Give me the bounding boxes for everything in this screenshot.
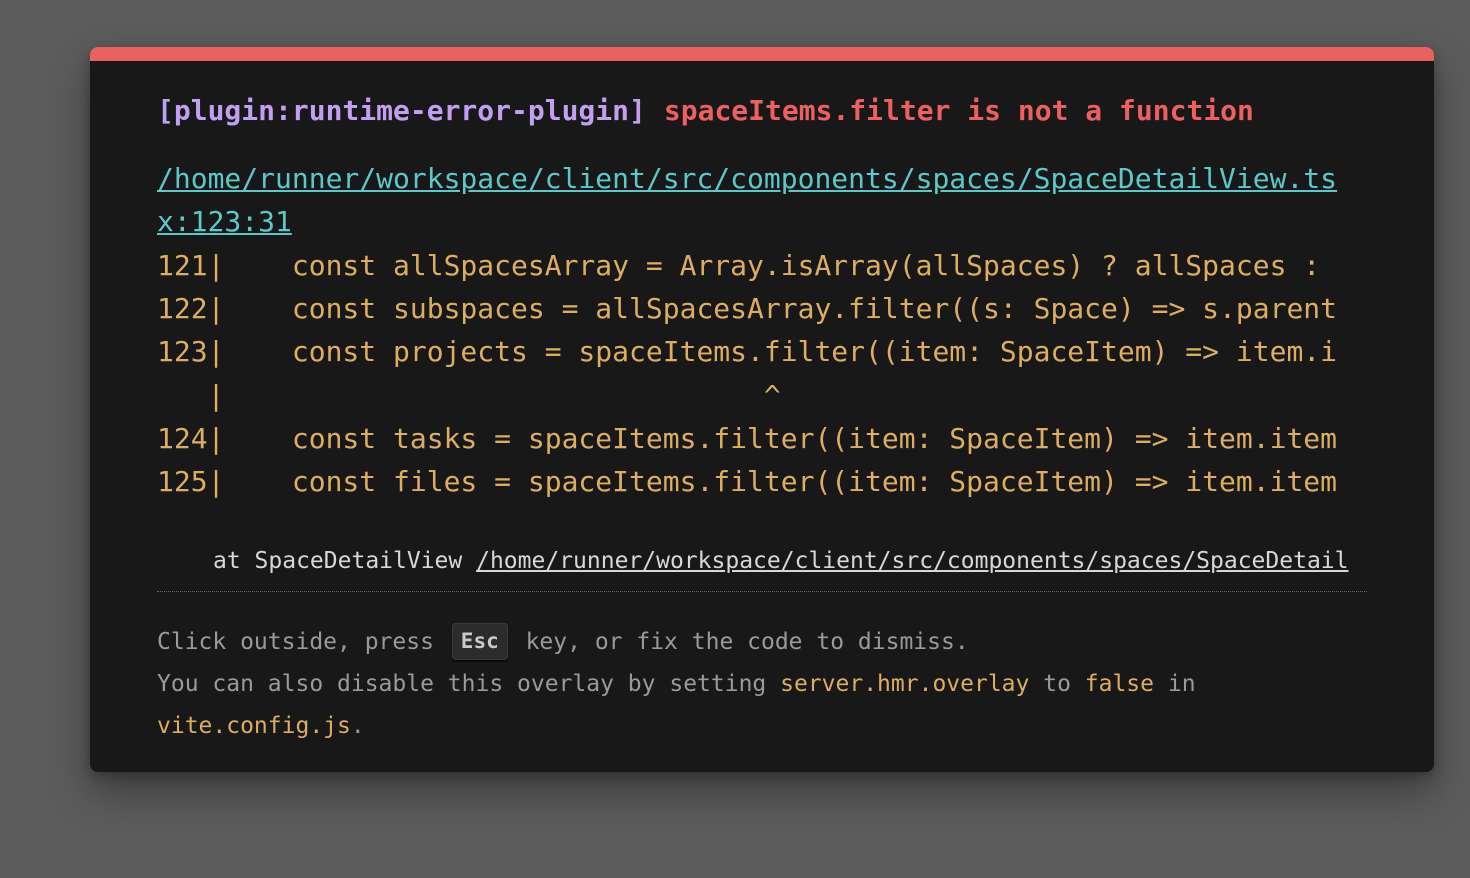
esc-key-hint: Esc [451, 623, 508, 660]
error-header: [plugin:runtime-error-plugin] spaceItems.… [157, 91, 1254, 131]
code-frame-line: 124| const tasks = spaceItems.filter((it… [157, 421, 1338, 455]
tip-text: to [1029, 671, 1085, 697]
code-frame-line: 123| const projects = spaceItems.filter(… [157, 335, 1338, 369]
config-key-code: server.hmr.overlay [780, 671, 1030, 697]
code-frame-line: 125| const files = spaceItems.filter((it… [157, 464, 1338, 498]
stack-trace-link[interactable]: /home/runner/workspace/client/src/compon… [476, 548, 1348, 574]
tip-text: You can also disable this overlay by set… [157, 671, 781, 697]
code-frame-caret-line: | ^ [157, 378, 781, 412]
error-overlay-window: [plugin:runtime-error-plugin] spaceItems.… [90, 47, 1434, 772]
divider [157, 591, 1367, 592]
error-message: spaceItems.filter is not a function [663, 94, 1254, 127]
config-file-code: vite.config.js [157, 713, 351, 739]
dismiss-tip: Click outside, press Esc key, or fix the… [157, 621, 1307, 747]
code-frame: 121| const allSpacesArray = Array.isArra… [157, 244, 1367, 503]
code-frame-line: 122| const subspaces = allSpacesArray.fi… [157, 292, 1338, 326]
code-frame-line: 121| const allSpacesArray = Array.isArra… [157, 249, 1338, 282]
tip-text: . [350, 713, 365, 739]
stack-trace: at SpaceDetailView /home/runner/workspac… [213, 545, 1367, 577]
config-value-code: false [1084, 671, 1155, 697]
stack-trace-prefix: at SpaceDetailView [213, 548, 477, 574]
tip-text: Click outside, press [157, 629, 448, 655]
tip-text: in [1154, 671, 1196, 697]
plugin-name: [plugin:runtime-error-plugin] [157, 94, 646, 127]
error-file-link[interactable]: /home/runner/workspace/client/src/compon… [157, 157, 1367, 243]
tip-text: key, or fix the code to dismiss. [511, 629, 969, 655]
